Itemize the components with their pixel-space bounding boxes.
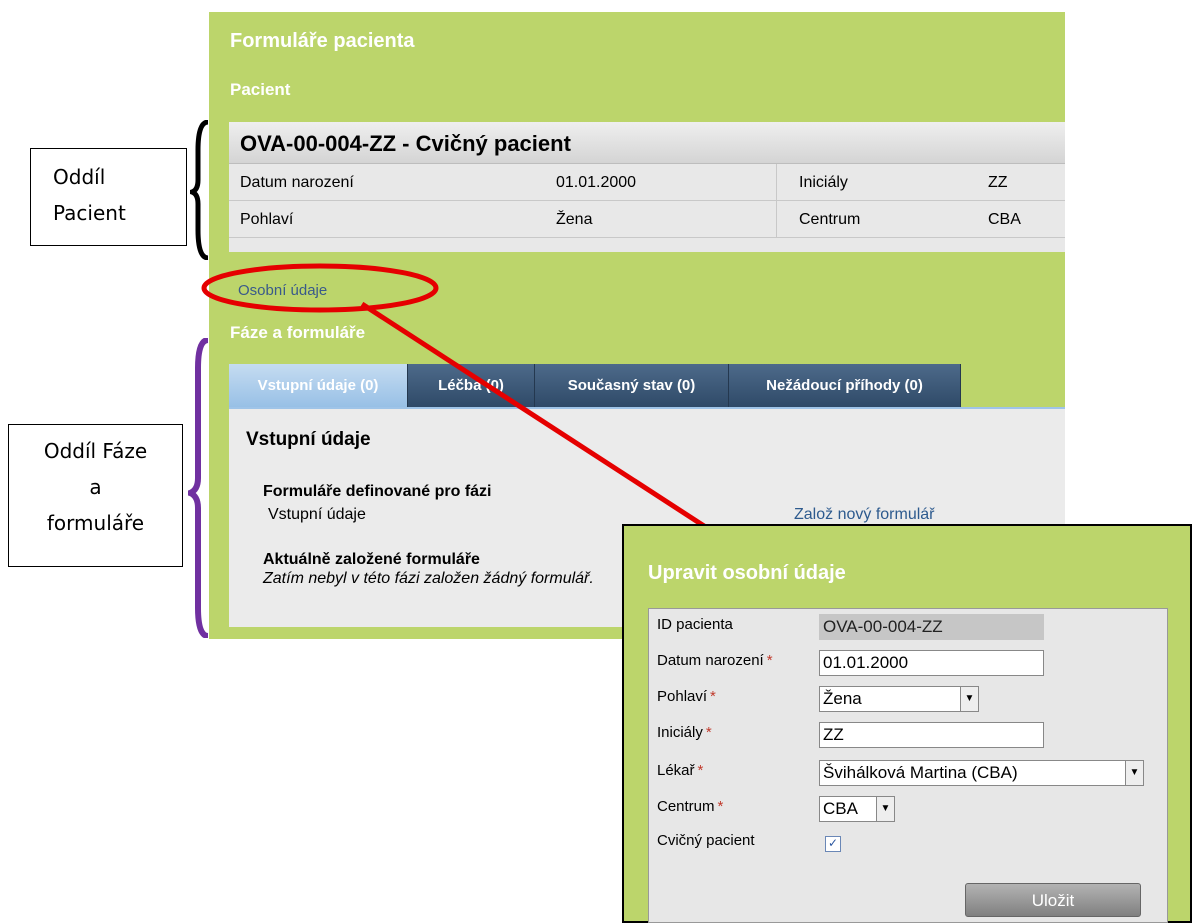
annotation-arrow-line (360, 301, 740, 551)
sex-field-label: Pohlaví (657, 688, 708, 705)
field-sex: Pohlaví * Žena ▼ (649, 683, 1167, 713)
field-initials: Iniciály * ZZ (649, 719, 1167, 749)
sex-select-value: Žena (823, 689, 862, 708)
patient-id-label: ID pacienta (657, 616, 733, 633)
highlight-ellipse (201, 263, 439, 313)
sex-select[interactable]: Žena ▼ (819, 686, 979, 712)
test-patient-label: Cvičný pacient (657, 832, 755, 849)
test-patient-checkbox[interactable]: ✓ (825, 836, 841, 852)
doctor-select[interactable]: Švihálková Martina (CBA) ▼ (819, 760, 1144, 786)
center-field-label: Centrum (657, 798, 715, 815)
doctor-field-label: Lékař (657, 762, 695, 779)
doctor-select-value: Švihálková Martina (CBA) (823, 763, 1018, 782)
center-select-value: CBA (823, 799, 858, 818)
dob-field-label: Datum narození (657, 652, 764, 669)
required-mark: * (717, 798, 724, 815)
required-mark: * (766, 652, 773, 669)
field-dob: Datum narození * 01.01.2000 (649, 647, 1167, 677)
required-mark: * (705, 724, 712, 741)
field-patient-id: ID pacienta OVA-00-004-ZZ (649, 611, 1167, 641)
patient-id-field: OVA-00-004-ZZ (819, 614, 1044, 640)
dialog-title: Upravit osobní údaje (648, 562, 846, 584)
initials-input[interactable]: ZZ (819, 722, 1044, 748)
dob-input[interactable]: 01.01.2000 (819, 650, 1044, 676)
chevron-down-icon[interactable]: ▼ (1125, 761, 1143, 785)
save-button[interactable]: Uložit (965, 883, 1141, 917)
edit-personal-data-dialog: Upravit osobní údaje ID pacienta OVA-00-… (622, 524, 1192, 923)
field-center: Centrum * CBA ▼ (649, 793, 1167, 823)
chevron-down-icon[interactable]: ▼ (876, 797, 894, 821)
required-mark: * (697, 762, 704, 779)
center-select[interactable]: CBA ▼ (819, 796, 895, 822)
field-test-patient: Cvičný pacient ✓ (649, 827, 1167, 857)
chevron-down-icon[interactable]: ▼ (960, 687, 978, 711)
required-mark: * (710, 688, 716, 705)
initials-field-label: Iniciály (657, 724, 703, 741)
personal-data-form: ID pacienta OVA-00-004-ZZ Datum narození… (648, 608, 1168, 923)
field-doctor: Lékař * Švihálková Martina (CBA) ▼ (649, 757, 1167, 787)
